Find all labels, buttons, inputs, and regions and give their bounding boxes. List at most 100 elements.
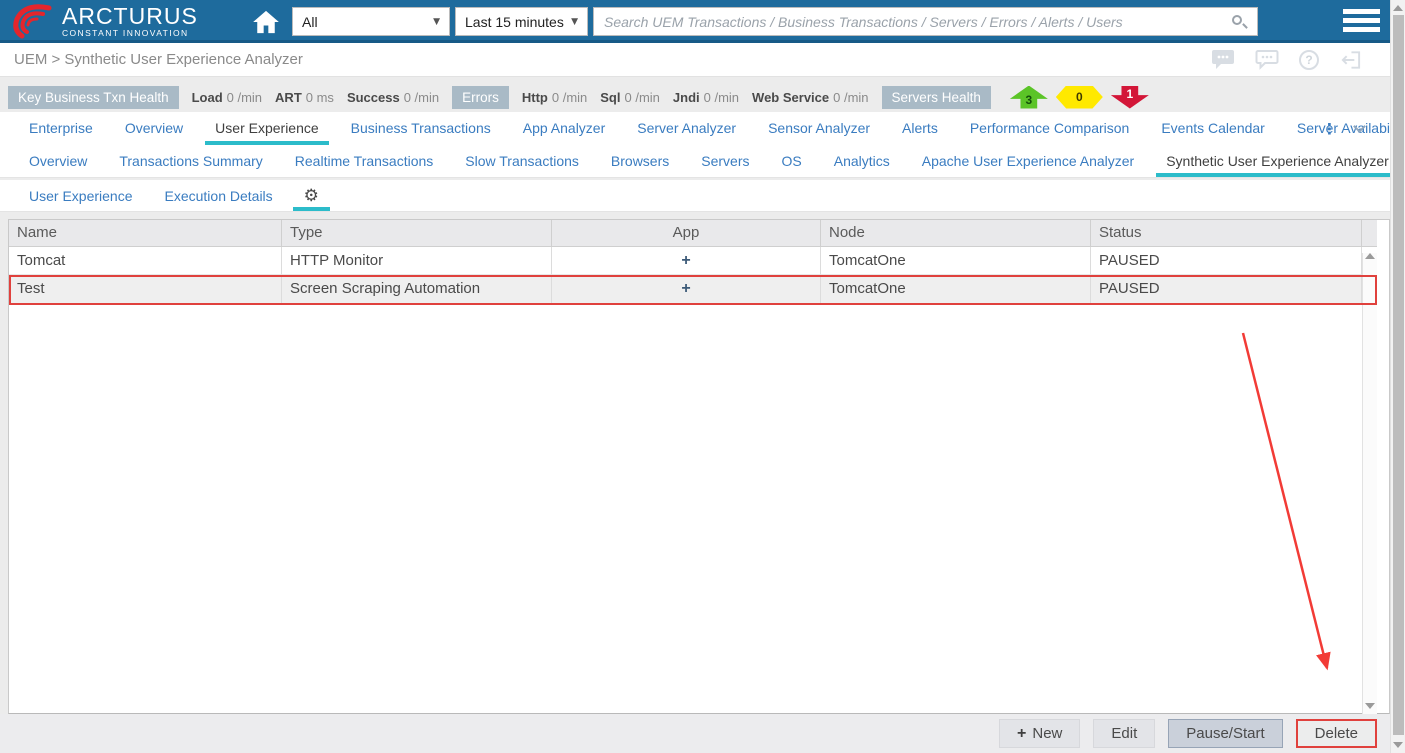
primary-tab-sensor-analyzer[interactable]: Sensor Analyzer bbox=[752, 112, 886, 145]
column-header-name[interactable]: Name bbox=[9, 220, 282, 247]
edit-button[interactable]: Edit bbox=[1093, 719, 1156, 748]
search-input[interactable] bbox=[594, 8, 1257, 35]
metric-value: 0 ms bbox=[305, 89, 334, 105]
health-indicator-warning[interactable]: 0 bbox=[1055, 85, 1103, 109]
add-app-icon[interactable]: + bbox=[681, 252, 690, 269]
home-icon[interactable] bbox=[252, 8, 280, 36]
primary-tab-business-transactions[interactable]: Business Transactions bbox=[335, 112, 507, 145]
primary-tab-enterprise[interactable]: Enterprise bbox=[13, 112, 109, 145]
button-label: Delete bbox=[1314, 725, 1358, 742]
chat-outline-icon[interactable] bbox=[1255, 49, 1279, 71]
column-header-node[interactable]: Node bbox=[821, 220, 1091, 247]
metric-label: Sql bbox=[600, 89, 621, 105]
health-indicator-value: 0 bbox=[1076, 90, 1083, 104]
gear-icon: ⚙ bbox=[303, 185, 319, 206]
tertiary-tabs: User Experience Execution Details ⚙ bbox=[0, 180, 1390, 212]
primary-tabs-extras: ⋮ bbox=[1322, 112, 1366, 145]
column-header-type[interactable]: Type bbox=[282, 220, 552, 247]
time-range-select[interactable]: Last 15 minutes ▼ bbox=[455, 7, 588, 36]
secondary-tab-analytics[interactable]: Analytics bbox=[818, 145, 906, 177]
secondary-tab-apache-user-experience-analyzer[interactable]: Apache User Experience Analyzer bbox=[906, 145, 1150, 177]
metric-sql: Sql 0 /min bbox=[600, 90, 660, 105]
primary-tabs: Enterprise Overview User Experience Busines… bbox=[0, 112, 1405, 145]
secondary-tab-servers[interactable]: Servers bbox=[685, 145, 765, 177]
logo-title: ARCTURUS bbox=[62, 3, 198, 29]
cell-app: + bbox=[552, 275, 821, 304]
scope-select-value: All bbox=[302, 13, 318, 30]
secondary-tab-slow-transactions[interactable]: Slow Transactions bbox=[449, 145, 595, 177]
chevron-down-icon[interactable] bbox=[1353, 120, 1366, 133]
primary-tab-events-calendar[interactable]: Events Calendar bbox=[1145, 112, 1281, 145]
column-header-status[interactable]: Status bbox=[1091, 220, 1362, 247]
secondary-tab-os[interactable]: OS bbox=[766, 145, 818, 177]
button-label: Edit bbox=[1111, 725, 1138, 742]
menu-hamburger-icon[interactable] bbox=[1343, 9, 1380, 35]
secondary-tabs: Overview Transactions Summary Realtime Tra… bbox=[0, 145, 1399, 178]
delete-button[interactable]: Delete bbox=[1295, 719, 1377, 748]
tertiary-tab-execution-details[interactable]: Execution Details bbox=[149, 180, 289, 211]
table-header-row: Name Type App Node Status bbox=[9, 220, 1362, 247]
table-row-test[interactable]: Test Screen Scraping Automation + TomcatOne… bbox=[9, 275, 1362, 304]
primary-tab-app-analyzer[interactable]: App Analyzer bbox=[507, 112, 622, 145]
scroll-down-icon[interactable] bbox=[1365, 703, 1375, 709]
primary-tab-server-analyzer[interactable]: Server Analyzer bbox=[621, 112, 752, 145]
metric-value: 0 /min bbox=[551, 89, 588, 105]
metric-value: 0 /min bbox=[833, 89, 869, 105]
metric-label: Web Service bbox=[752, 89, 830, 105]
scope-select[interactable]: All ▼ bbox=[292, 7, 450, 36]
table-body: Tomcat HTTP Monitor + TomcatOne PAUSED Test Sc… bbox=[9, 247, 1362, 304]
secondary-tab-overview[interactable]: Overview bbox=[13, 145, 103, 177]
error-metrics-group: Http 0 /min Sql 0 /min Jndi 0 /min Web Service… bbox=[522, 90, 869, 105]
pause-start-button[interactable]: Pause/Start bbox=[1168, 719, 1283, 748]
new-button[interactable]: + New bbox=[999, 719, 1081, 748]
button-label: New bbox=[1032, 725, 1063, 742]
primary-tab-user-experience[interactable]: User Experience bbox=[199, 112, 335, 145]
help-icon[interactable]: ? bbox=[1299, 50, 1319, 70]
metric-load: Load 0 /min bbox=[192, 90, 262, 105]
dropdown-arrow-icon: ▼ bbox=[571, 16, 578, 27]
page-scroll-up-icon[interactable] bbox=[1393, 5, 1403, 11]
metric-label: Success bbox=[346, 89, 400, 105]
metric-label: Load bbox=[191, 89, 223, 105]
metric-http: Http 0 /min bbox=[522, 90, 587, 105]
chat-filled-icon[interactable] bbox=[1211, 49, 1235, 71]
kpi-status-bar: Key Business Txn Health Load 0 /min ART 0 m… bbox=[8, 84, 1388, 110]
page-scrollbar[interactable] bbox=[1390, 0, 1405, 753]
metric-label: Jndi bbox=[672, 89, 700, 105]
health-indicator-healthy[interactable]: 3 bbox=[1009, 85, 1048, 109]
synthetic-analyzer-panel: Name Type App Node Status Tomcat HTTP Monitor… bbox=[8, 219, 1390, 717]
gear-tab-selected[interactable]: ⚙ bbox=[289, 180, 334, 211]
secondary-tab-transactions-summary[interactable]: Transactions Summary bbox=[103, 145, 278, 177]
metric-success: Success 0 /min bbox=[347, 90, 439, 105]
column-header-app[interactable]: App bbox=[552, 220, 821, 247]
tertiary-tab-user-experience[interactable]: User Experience bbox=[13, 180, 149, 211]
health-indicator-critical[interactable]: 1 bbox=[1110, 85, 1149, 109]
search-icon[interactable] bbox=[1231, 14, 1248, 30]
health-indicator-value: 1 bbox=[1126, 87, 1134, 101]
table-scrollbar[interactable] bbox=[1362, 220, 1377, 717]
table-row-tomcat[interactable]: Tomcat HTTP Monitor + TomcatOne PAUSED bbox=[9, 247, 1362, 275]
secondary-tab-realtime-transactions[interactable]: Realtime Transactions bbox=[279, 145, 450, 177]
page-scroll-thumb[interactable] bbox=[1393, 15, 1404, 735]
more-vertical-icon[interactable]: ⋮ bbox=[1322, 120, 1337, 138]
secondary-tab-browsers[interactable]: Browsers bbox=[595, 145, 685, 177]
metric-jndi: Jndi 0 /min bbox=[673, 90, 739, 105]
cell-app: + bbox=[552, 247, 821, 275]
primary-tab-overview[interactable]: Overview bbox=[109, 112, 199, 145]
plus-icon: + bbox=[1017, 724, 1027, 742]
button-label: Pause/Start bbox=[1186, 725, 1265, 742]
cell-status: PAUSED bbox=[1091, 247, 1362, 275]
breadcrumb: UEM > Synthetic User Experience Analyzer bbox=[14, 51, 303, 68]
metric-label: ART bbox=[275, 89, 302, 105]
secondary-tab-synthetic-user-experience-analyzer[interactable]: Synthetic User Experience Analyzer bbox=[1150, 145, 1405, 177]
logout-icon[interactable] bbox=[1339, 49, 1362, 71]
scroll-up-icon[interactable] bbox=[1365, 253, 1375, 259]
metric-value: 0 /min bbox=[624, 89, 660, 105]
metric-web-service: Web Service 0 /min bbox=[752, 90, 869, 105]
add-app-icon[interactable]: + bbox=[681, 280, 690, 297]
page-scroll-down-icon[interactable] bbox=[1393, 742, 1403, 748]
primary-tab-alerts[interactable]: Alerts bbox=[886, 112, 954, 145]
monitors-table: Name Type App Node Status Tomcat HTTP Monitor… bbox=[9, 220, 1362, 304]
logo-subtitle: CONSTANT INNOVATION bbox=[62, 28, 189, 38]
primary-tab-performance-comparison[interactable]: Performance Comparison bbox=[954, 112, 1146, 145]
